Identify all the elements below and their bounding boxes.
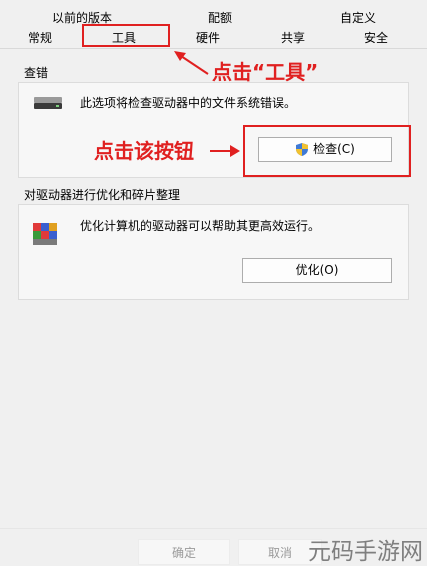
tab-hardware[interactable]: 硬件 [196, 30, 220, 46]
tab-general[interactable]: 常规 [28, 30, 52, 46]
watermark: 元码手游网 [308, 539, 423, 565]
annotation-click-button: 点击该按钮 [94, 139, 194, 163]
tab-customize[interactable]: 自定义 [340, 10, 376, 26]
tab-divider [0, 48, 427, 49]
tab-row-top: 以前的版本 配额 自定义 [0, 10, 427, 28]
error-checking-description: 此选项将检查驱动器中的文件系统错误。 [80, 96, 297, 110]
defrag-icon [33, 223, 57, 245]
optimize-button[interactable]: 优化(O) [242, 258, 392, 283]
tools-tab-highlight-box [82, 24, 170, 47]
ok-button[interactable]: 确定 [138, 539, 230, 565]
optimize-description: 优化计算机的驱动器可以帮助其更高效运行。 [80, 219, 321, 233]
shield-icon [296, 143, 309, 156]
arrow-to-tools-icon [174, 51, 209, 75]
tab-row-bottom: 常规 工具 硬件 共享 安全 [0, 30, 427, 48]
check-button-label: 检查(C) [313, 142, 355, 156]
tab-security[interactable]: 安全 [364, 30, 388, 46]
drive-icon [34, 97, 62, 109]
tab-quota[interactable]: 配额 [208, 10, 232, 26]
error-checking-title: 查错 [24, 66, 49, 80]
optimize-title: 对驱动器进行优化和碎片整理 [24, 188, 181, 202]
check-button[interactable]: 检查(C) [258, 137, 392, 162]
tab-sharing[interactable]: 共享 [281, 30, 305, 46]
optimize-button-label: 优化(O) [295, 263, 339, 277]
arrow-to-check-icon [210, 145, 240, 157]
annotation-click-tools: 点击“工具” [212, 60, 319, 84]
